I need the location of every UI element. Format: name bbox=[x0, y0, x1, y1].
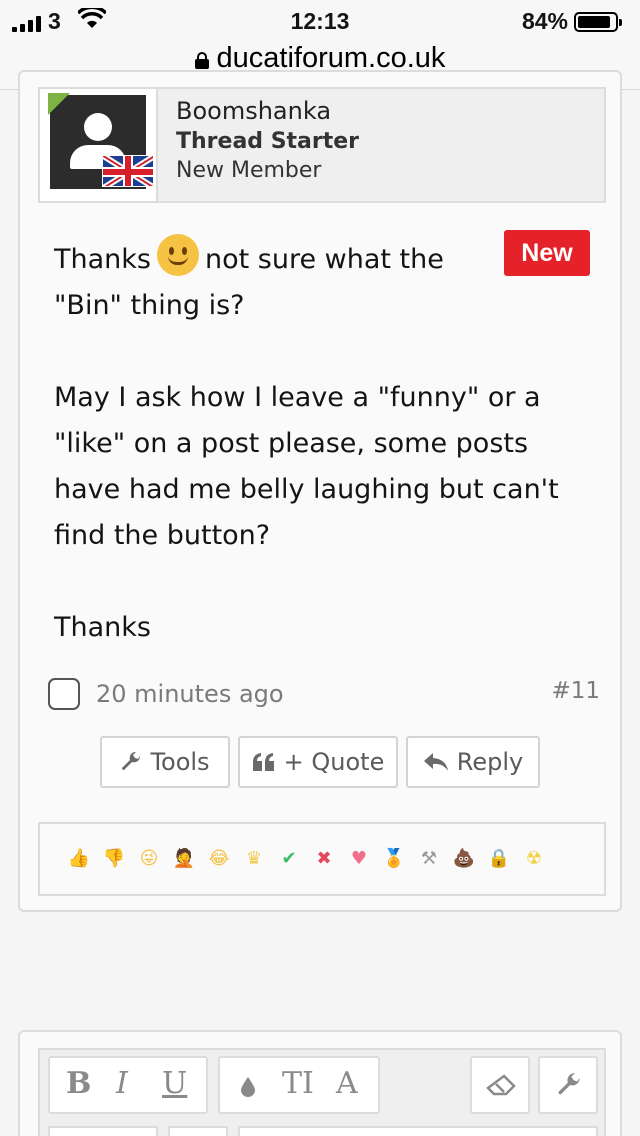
status-bar: 3 12:13 84% bbox=[0, 6, 640, 36]
text-size-button[interactable]: TI bbox=[282, 1066, 314, 1101]
editor-tools-button[interactable] bbox=[538, 1056, 598, 1114]
reply-icon bbox=[423, 753, 448, 771]
message-text: "Bin" thing is? bbox=[54, 290, 245, 321]
style-group: TI A bbox=[218, 1056, 380, 1114]
font-button[interactable]: A bbox=[336, 1066, 358, 1101]
clear-format-button[interactable] bbox=[470, 1056, 530, 1114]
reaction-agree-icon[interactable]: ✔ bbox=[274, 844, 304, 874]
member-role: New Member bbox=[176, 158, 322, 183]
post-number[interactable]: #11 bbox=[551, 678, 600, 704]
reaction-radioactive-icon[interactable]: ☢ bbox=[519, 844, 549, 874]
reply-button[interactable]: Reply bbox=[406, 736, 540, 788]
reaction-locked-icon[interactable]: 🔒 bbox=[484, 844, 514, 874]
reply-editor: B I U TI A bbox=[18, 1030, 622, 1136]
message-text: Thanks bbox=[54, 244, 151, 275]
reaction-disagree-icon[interactable]: ✖ bbox=[309, 844, 339, 874]
uk-flag-icon bbox=[102, 155, 154, 187]
online-indicator bbox=[48, 93, 70, 115]
forum-post: Boomshanka Thread Starter New Member New… bbox=[18, 70, 622, 912]
reaction-dislike-icon[interactable]: 👎 bbox=[99, 844, 129, 874]
reaction-like-icon[interactable]: 👍 bbox=[64, 844, 94, 874]
select-post-checkbox[interactable] bbox=[48, 678, 80, 710]
message-text: May I ask how I leave a "funny" or a bbox=[54, 382, 541, 413]
avatar-container[interactable] bbox=[40, 89, 158, 201]
quote-icon bbox=[252, 753, 274, 771]
reaction-love-icon[interactable]: ♥ bbox=[344, 844, 374, 874]
smiley-icon bbox=[156, 234, 199, 276]
format-group: B I U bbox=[48, 1056, 208, 1114]
toolbar-group bbox=[238, 1126, 598, 1136]
message-text: have had me belly laughing but can't bbox=[54, 474, 559, 505]
post-timestamp[interactable]: 20 minutes ago bbox=[96, 680, 284, 708]
italic-button[interactable]: I bbox=[116, 1066, 128, 1101]
reaction-funny-icon[interactable]: 😜 bbox=[134, 844, 164, 874]
eraser-icon bbox=[486, 1074, 516, 1096]
editor-toolbar: B I U TI A bbox=[38, 1048, 606, 1136]
tools-button[interactable]: Tools bbox=[100, 736, 230, 788]
reaction-bar: 👍 👎 😜 🤦 😂 ♛ ✔ ✖ ♥ 🏅 ⚒ 💩 🔒 ☢ bbox=[38, 822, 606, 896]
quote-button[interactable]: + Quote bbox=[238, 736, 398, 788]
battery-percentage: 84% bbox=[521, 8, 568, 34]
reaction-useful-icon[interactable]: ⚒ bbox=[414, 844, 444, 874]
wrench-icon bbox=[558, 1073, 580, 1095]
message-text: Thanks bbox=[54, 612, 151, 643]
message-text: find the button? bbox=[54, 520, 271, 551]
tools-label: Tools bbox=[150, 748, 210, 776]
reaction-poop-icon[interactable]: 💩 bbox=[449, 844, 479, 874]
author-name[interactable]: Boomshanka bbox=[176, 97, 331, 125]
reaction-laugh-icon[interactable]: 😂 bbox=[204, 844, 234, 874]
toolbar-group bbox=[168, 1126, 228, 1136]
toolbar-group bbox=[48, 1126, 158, 1136]
bold-button[interactable]: B bbox=[66, 1066, 91, 1101]
author-block: Boomshanka Thread Starter New Member bbox=[38, 87, 606, 203]
color-drop-icon[interactable] bbox=[240, 1076, 256, 1098]
underline-button[interactable]: U bbox=[162, 1066, 187, 1101]
reaction-winner-icon[interactable]: ♛ bbox=[239, 844, 269, 874]
battery-icon bbox=[574, 12, 622, 32]
wrench-icon bbox=[122, 751, 141, 770]
reaction-facepalm-icon[interactable]: 🤦 bbox=[169, 844, 199, 874]
thread-starter-label: Thread Starter bbox=[176, 129, 360, 154]
post-message: Thanks not sure what the "Bin" thing is? … bbox=[54, 234, 594, 651]
message-text: not sure what the bbox=[204, 244, 444, 275]
reaction-medal-icon[interactable]: 🏅 bbox=[379, 844, 409, 874]
lock-icon bbox=[194, 52, 209, 69]
quote-label: + Quote bbox=[283, 748, 385, 776]
reply-label: Reply bbox=[456, 748, 524, 776]
message-text: "like" on a post please, some posts bbox=[54, 428, 529, 459]
